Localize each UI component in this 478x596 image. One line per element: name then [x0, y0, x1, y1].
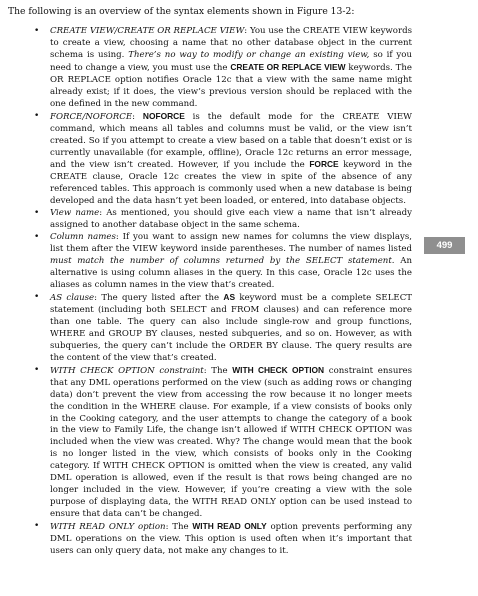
item-term: WITH CHECK OPTION constraint	[50, 365, 204, 376]
bullet-icon: •	[34, 26, 40, 36]
bullet-icon: •	[34, 208, 40, 219]
item-text: : As mentioned, you should give each vie…	[50, 208, 413, 231]
item-emphasis: must match the number of columns returne…	[50, 256, 395, 267]
item-term: View name	[50, 208, 100, 219]
list-item-force-noforce: • FORCE/NOFORCE: NOFORCE is the default …	[10, 111, 412, 209]
intro-paragraph: The following is an overview of the synt…	[8, 6, 355, 17]
item-emphasis: There’s no way to modify or change an ex…	[128, 49, 370, 60]
bullet-icon: •	[34, 521, 40, 532]
item-keyword: AS	[223, 291, 236, 302]
item-text: : The	[165, 522, 193, 533]
list-item-with-check-option: • WITH CHECK OPTION constraint: The WITH…	[10, 365, 412, 521]
item-keyword: CREATE OR REPLACE VIEW	[230, 61, 346, 72]
bullet-icon: •	[34, 364, 40, 375]
bullet-icon: •	[34, 110, 40, 121]
syntax-element-list: • CREATE VIEW/CREATE OR REPLACE VIEW: Yo…	[10, 26, 412, 558]
page-number-tab: 499	[424, 237, 465, 254]
item-term: WITH READ ONLY option	[50, 522, 166, 533]
item-text: : The	[203, 365, 233, 376]
item-term: FORCE/NOFORCE	[50, 111, 133, 122]
item-term: AS clause	[50, 292, 95, 303]
list-item-view-name: • View name: As mentioned, you should gi…	[10, 208, 412, 232]
list-item-create-view: • CREATE VIEW/CREATE OR REPLACE VIEW: Yo…	[10, 26, 412, 111]
item-term: CREATE VIEW/CREATE OR REPLACE VIEW	[50, 26, 245, 36]
item-keyword: FORCE	[309, 159, 339, 170]
list-item-column-names: • Column names: If you want to assign ne…	[10, 232, 412, 292]
item-text: :	[132, 111, 143, 122]
list-item-as-clause: • AS clause: The query listed after the …	[10, 292, 412, 365]
bullet-icon: •	[34, 291, 40, 302]
item-keyword: NOFORCE	[142, 110, 185, 121]
item-text: constraint ensures that any DML operatio…	[50, 365, 412, 520]
item-term: Column names	[50, 232, 116, 243]
item-keyword: WITH READ ONLY	[192, 521, 267, 532]
bullet-icon: •	[34, 232, 40, 243]
item-text: : The query listed after the	[94, 292, 224, 303]
list-item-with-read-only: • WITH READ ONLY option: The WITH READ O…	[10, 521, 412, 558]
item-keyword: WITH CHECK OPTION	[232, 364, 325, 375]
item-text: keyword must be a complete SELECT statem…	[50, 292, 412, 363]
